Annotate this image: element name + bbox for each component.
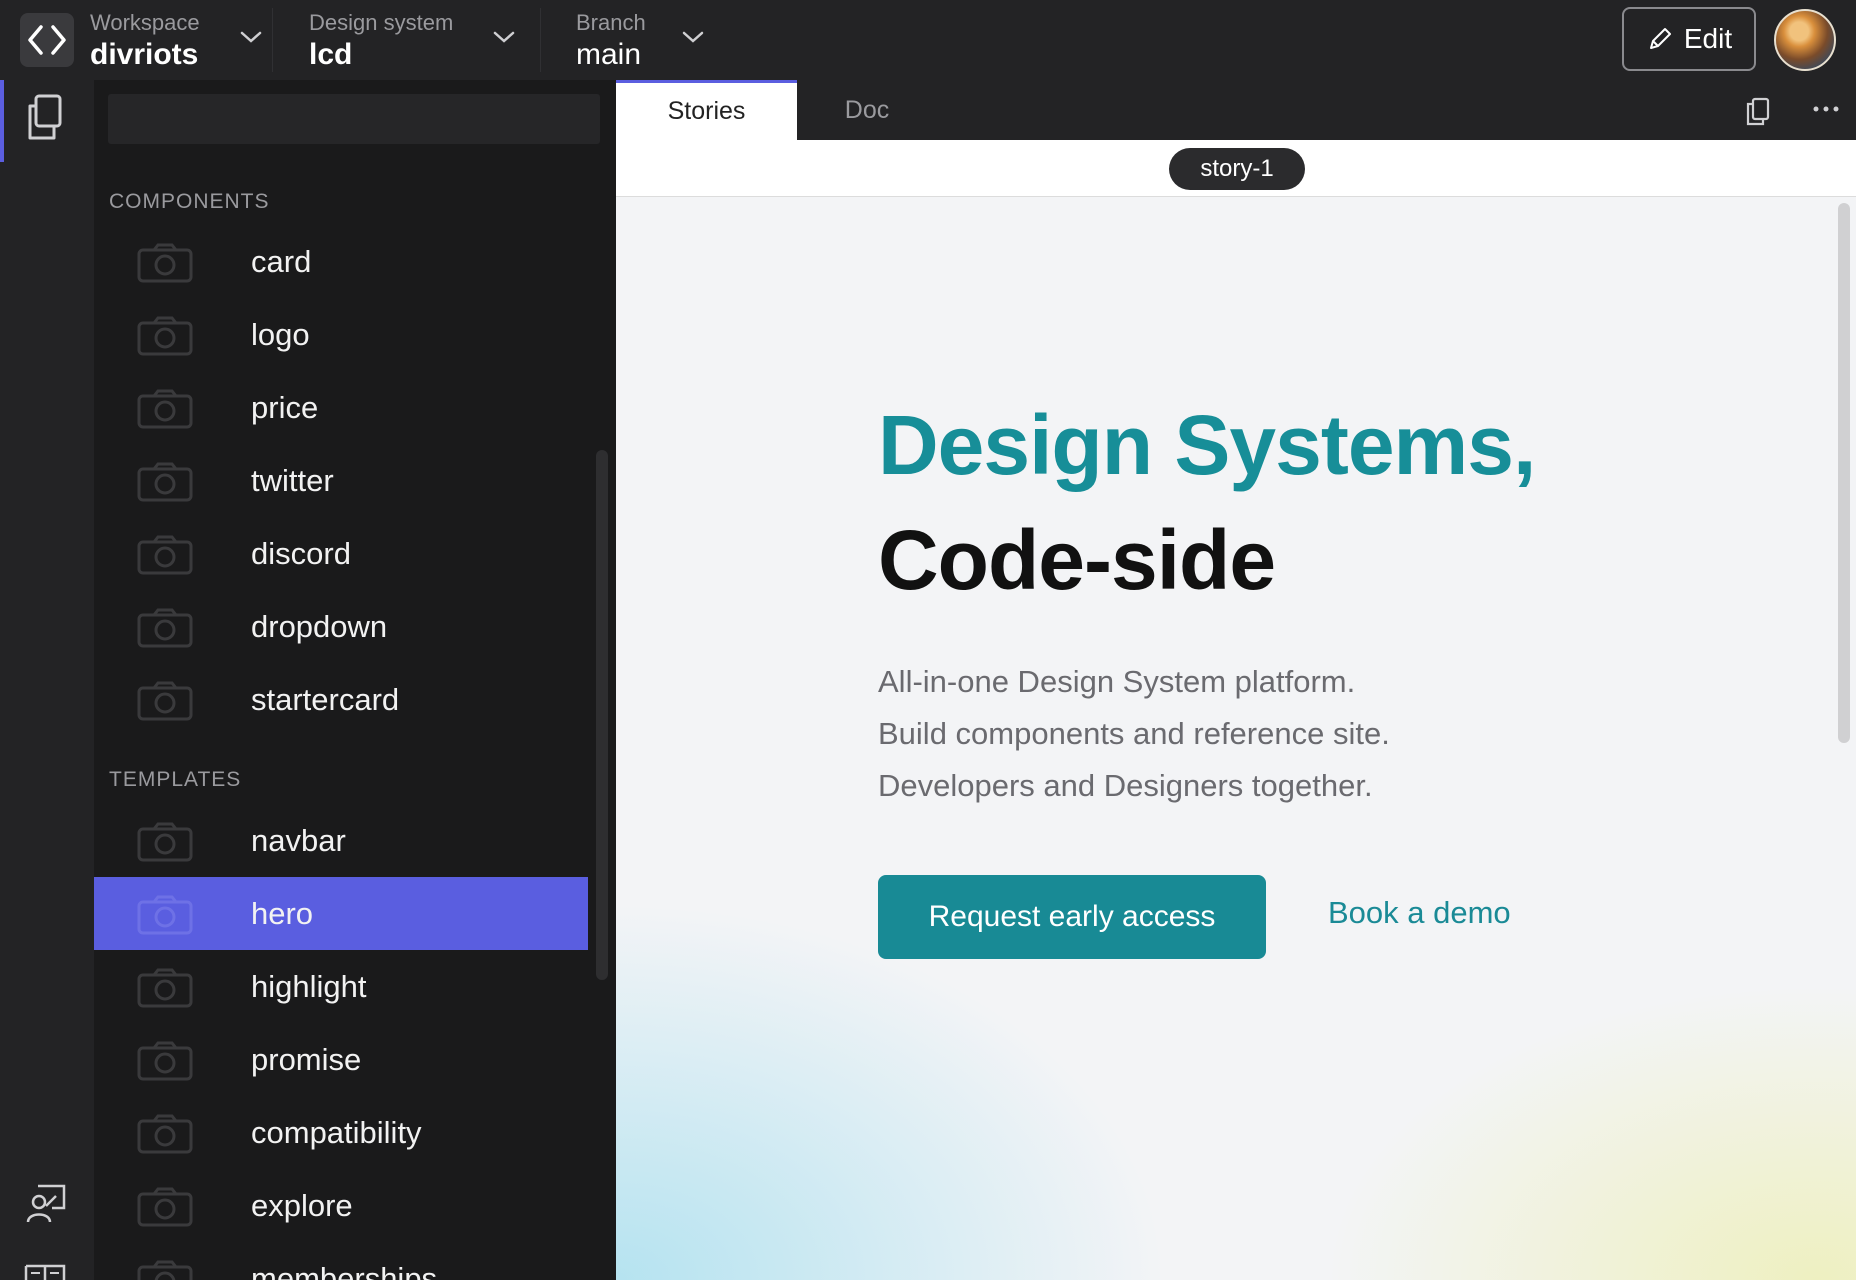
camera-icon: [137, 968, 193, 1008]
sidebar-item-label: navbar: [251, 822, 346, 858]
camera-icon: [137, 895, 193, 935]
design-system-selector[interactable]: Design system lcd: [309, 6, 519, 74]
camera-icon: [137, 608, 193, 648]
sidebar-item-label: card: [251, 243, 312, 279]
camera-icon: [137, 535, 193, 575]
sidebar-item-twitter[interactable]: twitter: [94, 444, 588, 517]
sidebar-item-label: twitter: [251, 462, 334, 498]
camera-icon: [137, 681, 193, 721]
divider: [540, 8, 541, 72]
camera-icon: [137, 1041, 193, 1081]
tab-doc[interactable]: Doc: [797, 80, 937, 140]
request-early-access-button[interactable]: Request early access: [878, 875, 1266, 959]
sidebar-scrollbar[interactable]: [596, 450, 608, 980]
sidebar-item-hero[interactable]: hero: [94, 877, 588, 950]
icon-rail: [0, 80, 94, 1280]
hero-title-line1: Design Systems,: [878, 398, 1536, 492]
copy-pages-icon[interactable]: [22, 92, 68, 144]
sidebar-item-card[interactable]: card: [94, 225, 588, 298]
avatar[interactable]: [1774, 9, 1836, 71]
camera-icon: [137, 316, 193, 356]
sidebar-item-label: memberships: [251, 1260, 438, 1280]
sidebar-item-label: explore: [251, 1187, 353, 1223]
sidebar-item-label: highlight: [251, 968, 367, 1004]
code-brackets-icon[interactable]: [20, 13, 74, 67]
top-bar: Workspace divriots Design system lcd Bra…: [0, 0, 1856, 81]
chevron-down-icon: [240, 31, 262, 43]
sidebar-item-explore[interactable]: explore: [94, 1169, 588, 1242]
hero-subtitle-line: Developers and Designers together.: [878, 768, 1373, 803]
workspace-value: divriots: [90, 38, 199, 71]
design-system-value: lcd: [309, 38, 353, 71]
design-system-caption: Design system: [309, 10, 454, 35]
sidebar-item-memberships[interactable]: memberships: [94, 1242, 588, 1280]
chevron-down-icon: [493, 31, 515, 43]
sidebar-item-label: dropdown: [251, 608, 388, 644]
sidebar-item-label: startercard: [251, 681, 400, 717]
sidebar-item-label: discord: [251, 535, 351, 571]
sidebar-item-label: price: [251, 389, 319, 425]
edit-label: Edit: [1683, 23, 1733, 54]
story-preview-canvas: Design Systems, Code-side All-in-one Des…: [616, 197, 1856, 1280]
rail-active-indicator: [0, 80, 4, 162]
camera-icon: [137, 1260, 193, 1280]
pencil-icon: [1649, 28, 1671, 49]
edit-button[interactable]: Edit: [1622, 7, 1756, 71]
section-heading-components: COMPONENTS: [109, 190, 270, 213]
sidebar-item-label: hero: [251, 895, 314, 931]
hero-subtitle-line: Build components and reference site.: [878, 716, 1390, 751]
hero-title-line2: Code-side: [878, 513, 1276, 607]
tab-stories[interactable]: Stories: [616, 80, 797, 140]
camera-icon: [137, 389, 193, 429]
hero-subtitle-line: All-in-one Design System platform.: [878, 664, 1356, 699]
camera-icon: [137, 822, 193, 862]
sidebar-item-price[interactable]: price: [94, 371, 588, 444]
workspace-selector[interactable]: Workspace divriots: [90, 6, 268, 74]
sidebar-item-promise[interactable]: promise: [94, 1023, 588, 1096]
sidebar-item-highlight[interactable]: highlight: [94, 950, 588, 1023]
book-demo-link[interactable]: Book a demo: [1328, 895, 1511, 931]
presenter-icon[interactable]: [22, 1180, 68, 1226]
sidebar-item-label: compatibility: [251, 1114, 422, 1150]
book-icon[interactable]: [22, 1256, 68, 1280]
view-tabs: Stories Doc: [616, 80, 1856, 140]
sidebar-item-startercard[interactable]: startercard: [94, 663, 588, 736]
branch-selector[interactable]: Branch main: [576, 6, 716, 74]
stories-sidebar: COMPONENTS card logo price twitter disco…: [94, 80, 616, 1280]
divider: [272, 8, 273, 72]
camera-icon: [137, 1114, 193, 1154]
chevron-down-icon: [682, 31, 704, 43]
sidebar-item-label: logo: [251, 316, 310, 352]
camera-icon: [137, 243, 193, 283]
preview-scrollbar[interactable]: [1838, 203, 1850, 743]
more-horizontal-icon[interactable]: [1812, 104, 1840, 114]
sidebar-item-discord[interactable]: discord: [94, 517, 588, 590]
sidebar-item-label: promise: [251, 1041, 362, 1077]
section-heading-templates: TEMPLATES: [109, 768, 242, 791]
copy-icon[interactable]: [1744, 96, 1772, 126]
sidebar-item-navbar[interactable]: navbar: [94, 804, 588, 877]
camera-icon: [137, 462, 193, 502]
story-selector-strip: story-1: [616, 140, 1856, 197]
sidebar-item-dropdown[interactable]: dropdown: [94, 590, 588, 663]
sidebar-item-logo[interactable]: logo: [94, 298, 588, 371]
camera-icon: [137, 1187, 193, 1227]
story-pill[interactable]: story-1: [1169, 148, 1305, 190]
search-input[interactable]: [108, 94, 600, 144]
branch-value: main: [576, 38, 642, 71]
sidebar-item-compatibility[interactable]: compatibility: [94, 1096, 588, 1169]
